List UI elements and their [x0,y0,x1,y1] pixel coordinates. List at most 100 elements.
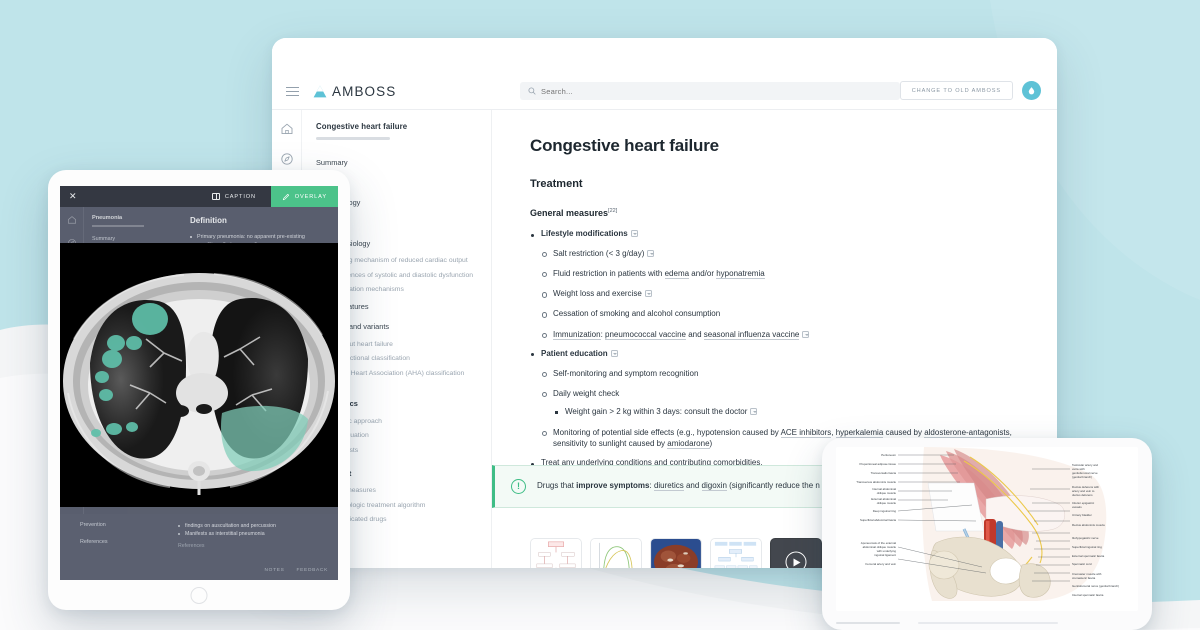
inline-link[interactable]: edema [664,268,690,279]
search-icon [528,87,536,95]
svg-text:Transversus abdominis muscle: Transversus abdominis muscle [856,480,896,484]
svg-text:ductus deferens: ductus deferens [1072,493,1093,497]
tablet-footer-actions: NOTES FEEDBACK [265,568,329,573]
inguinal-region-anatomy-diagram[interactable]: Peritoneum Preperitoneal adipose tissue … [836,447,1138,611]
tooltip-toggle-icon[interactable] [610,349,618,357]
treatment-algorithm-thumbnail[interactable] [710,538,762,568]
caption-icon [211,193,220,200]
section-heading: Treatment [530,178,583,190]
svg-text:vessels: vessels [1072,505,1082,509]
svg-text:cremasteric fascia: cremasteric fascia [1072,576,1096,580]
phone-home-indicator [836,622,900,624]
compass-icon[interactable] [280,152,294,166]
video-thumbnail[interactable] [770,538,822,568]
tablet-footer-reference: References [178,543,205,550]
inline-link[interactable]: ACE inhibitors [780,427,832,438]
tablet-footer-line: findings on auscultation and percussion [178,522,330,530]
bullet-text: Fluid restriction in patients with edema… [553,268,765,279]
svg-text:Internal spermatic fascia: Internal spermatic fascia [1072,593,1104,597]
inline-link[interactable]: Immunization [553,329,601,340]
bullet-item: Patient education Self-monitoring and sym… [530,349,1019,449]
reading-progress-bar [316,137,390,140]
callout-suffix: : diuretics and digoxin (significantly r… [649,481,820,492]
brand-name: AMBOSS [332,84,397,99]
home-icon[interactable] [67,215,77,225]
svg-text:Urinary bladder: Urinary bladder [1072,513,1092,517]
bullet-text: Patient education [541,348,608,358]
bullet-text: Weight gain > 2 kg within 3 days: consul… [565,406,748,416]
window-chrome [272,38,1057,74]
chest-ct-scan[interactable] [60,243,338,507]
avatar[interactable] [1022,81,1041,100]
tablet-footer-toc-item[interactable]: References [80,539,178,545]
bullet-item: Lifestyle modifications Salt restriction … [530,229,1019,340]
overlay-button[interactable]: OVERLAY [270,186,338,207]
tooltip-toggle-icon[interactable] [802,330,810,338]
caption-label: CAPTION [224,193,256,200]
sub-bullet-item: Immunization: pneumococcal vaccine and s… [541,329,1019,340]
change-to-old-amboss-button[interactable]: CHANGE TO OLD AMBOSS [899,81,1013,100]
hamburger-icon[interactable] [286,87,299,96]
close-icon[interactable]: ✕ [69,192,77,201]
subsection-label: General measures [530,208,609,218]
feedback-button[interactable]: FEEDBACK [297,568,328,573]
svg-text:Transversalis fascia: Transversalis fascia [871,471,897,475]
sub-sub-bullet-item: Weight gain > 2 kg within 3 days: consul… [553,407,1019,418]
inline-link[interactable]: pneumococcal vaccine [605,329,686,340]
phone-bottom-bar [918,622,1058,624]
home-icon[interactable] [280,122,294,136]
play-icon [785,551,807,568]
svg-text:Rectus abdominis muscle: Rectus abdominis muscle [1072,523,1105,527]
pressure-volume-curve-thumbnail[interactable] [590,538,642,568]
search-bar[interactable] [520,82,900,100]
bullet-text: Daily weight check [553,388,620,398]
subsection-reference: [22] [608,208,618,214]
toc-title: Congestive heart failure [316,122,408,131]
pathway-diagram-thumbnail[interactable] [530,538,582,568]
tooltip-toggle-icon[interactable] [644,290,652,298]
tablet-home-button[interactable] [190,587,208,604]
callout-bold: improve symptoms [576,481,650,491]
tablet-footer-toc-item[interactable]: Prevention [80,522,178,528]
bullet-text: Cessation of smoking and alcohol consump… [553,309,721,319]
bullet-list: Lifestyle modifications Salt restriction … [530,229,1019,469]
svg-text:Spermatic cord: Spermatic cord [1072,562,1092,566]
inline-link[interactable]: amiodarone [667,438,710,449]
page-title: Congestive heart failure [530,136,719,155]
inline-link[interactable]: digoxin [701,481,727,492]
sub-bullet-item: Weight loss and exercise [541,288,1019,299]
notes-button[interactable]: NOTES [265,568,285,573]
tooltip-toggle-icon[interactable] [630,230,638,237]
svg-text:oblique muscle: oblique muscle [877,491,897,495]
exclamation-circle-icon: ! [511,479,526,494]
tablet-toc-item[interactable]: Summary [92,236,178,242]
amboss-triangle-logo [313,85,327,98]
inline-link[interactable]: hyponatremia [716,268,765,279]
tablet-content: Pneumonia Summary Definition Definition … [60,207,338,580]
subsection-heading: General measures[22] [530,208,1019,218]
svg-text:Superficial inguinal ring: Superficial inguinal ring [1072,545,1102,549]
brand[interactable]: AMBOSS [313,84,396,99]
svg-text:(genital branch): (genital branch) [1072,475,1092,479]
sub-bullet-list: Salt restriction (< 3 g/day) Fluid restri… [541,248,1019,340]
sub-bullet-item: Daily weight check Weight gain > 2 kg wit… [541,388,1019,418]
caption-button[interactable]: CAPTION [211,193,256,200]
inline-link[interactable]: hyperkalemia [835,427,884,438]
tooltip-toggle-icon[interactable] [647,249,655,257]
inline-link[interactable]: diuretics [653,481,684,492]
svg-text:External spermatic fascia: External spermatic fascia [1072,554,1105,558]
sub-bullet-list: Self-monitoring and symptom recognition D… [541,368,1019,450]
svg-text:Femoral artery and vein: Femoral artery and vein [865,562,896,566]
tablet-toolbar: ✕ CAPTION OVERLAY [60,186,338,207]
svg-text:Genitofemoral nerve (genital b: Genitofemoral nerve (genital branch) [1072,584,1119,588]
svg-text:Iliohypogastric nerve: Iliohypogastric nerve [1072,536,1099,540]
tooltip-toggle-icon[interactable] [750,407,758,415]
sub-sub-bullet-list: Weight gain > 2 kg within 3 days: consul… [553,407,1019,418]
phone-device: Peritoneum Preperitoneal adipose tissue … [822,438,1152,630]
search-input[interactable] [541,86,892,96]
inline-link[interactable]: seasonal influenza vaccine [703,329,800,340]
svg-text:Preperitoneal adipose tissue: Preperitoneal adipose tissue [860,462,897,466]
inline-link[interactable]: aldosterone-antagonists [924,427,1010,438]
sub-bullet-item: Cessation of smoking and alcohol consump… [541,308,1019,319]
histology-specimen-thumbnail[interactable] [650,538,702,568]
